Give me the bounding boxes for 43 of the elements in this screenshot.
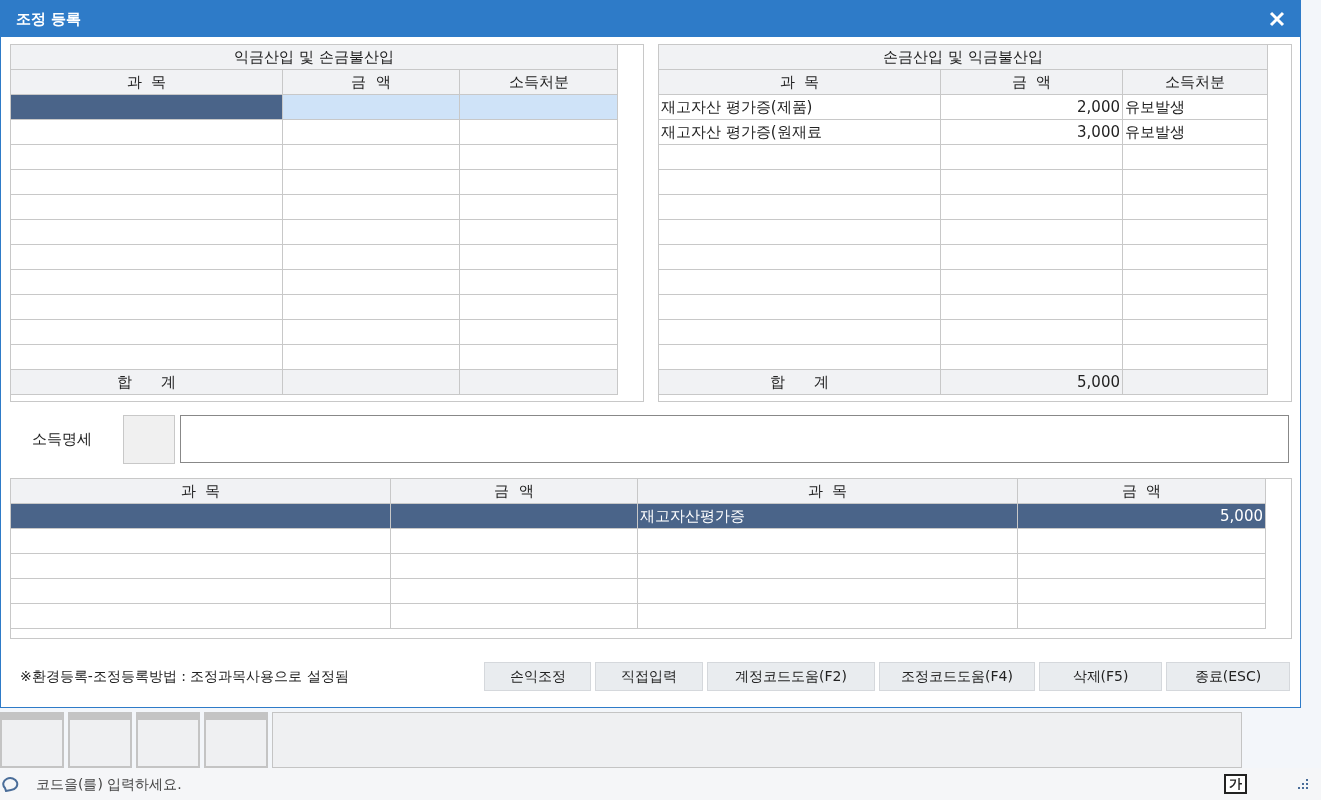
table-cell: 5,000 bbox=[1018, 504, 1266, 529]
action-button[interactable]: 손익조정 bbox=[484, 662, 591, 691]
settings-note: ※환경등록-조정등록방법 : 조정과목사용으로 설정됨 bbox=[20, 667, 350, 686]
table-cell: 2,000 bbox=[941, 95, 1123, 120]
table-cell: 3,000 bbox=[941, 120, 1123, 145]
table-cell: 재고자산 평가증(제품) bbox=[659, 95, 941, 120]
table-cell: 재고자산 평가증(원재료 bbox=[659, 120, 941, 145]
close-icon[interactable] bbox=[1269, 11, 1285, 27]
column-header: 소득처분 bbox=[460, 70, 618, 95]
action-button[interactable]: 직접입력 bbox=[595, 662, 703, 691]
income-detail-field[interactable] bbox=[180, 415, 1289, 463]
table-title: 손금산입 및 익금불산입 bbox=[659, 45, 1268, 70]
total-label: 합 계 bbox=[11, 370, 283, 395]
status-message: 코드을(를) 입력하세요. bbox=[36, 774, 182, 794]
column-header: 과 목 bbox=[11, 70, 283, 95]
table-cell: 재고자산평가증 bbox=[638, 504, 1018, 529]
column-header: 금 액 bbox=[1018, 479, 1266, 504]
ime-mode-indicator[interactable]: 가 bbox=[1224, 774, 1247, 794]
chat-icon[interactable] bbox=[2, 776, 20, 792]
window-title: 조정 등록 bbox=[16, 8, 82, 30]
column-header: 과 목 bbox=[659, 70, 941, 95]
table-title: 익금산입 및 손금불산입 bbox=[11, 45, 618, 70]
resize-grip-icon[interactable] bbox=[1297, 778, 1309, 790]
income-detail-label: 소득명세 bbox=[31, 428, 93, 450]
action-button[interactable]: 종료(ESC) bbox=[1166, 662, 1290, 691]
column-header: 금 액 bbox=[391, 479, 638, 504]
action-button[interactable]: 삭제(F5) bbox=[1039, 662, 1162, 691]
column-header: 과 목 bbox=[638, 479, 1018, 504]
table-cell: 유보발생 bbox=[1123, 95, 1268, 120]
column-header: 금 액 bbox=[283, 70, 460, 95]
code-box[interactable] bbox=[123, 414, 175, 464]
blank-tab[interactable] bbox=[204, 712, 268, 768]
column-header: 과 목 bbox=[11, 479, 391, 504]
action-button[interactable]: 계정코드도움(F2) bbox=[707, 662, 875, 691]
total-amount: 5,000 bbox=[941, 370, 1123, 395]
action-button[interactable]: 조정코드도움(F4) bbox=[879, 662, 1035, 691]
blank-tab[interactable] bbox=[136, 712, 200, 768]
blank-tab[interactable] bbox=[68, 712, 132, 768]
column-header: 소득처분 bbox=[1123, 70, 1268, 95]
blank-tab[interactable] bbox=[0, 712, 64, 768]
total-label: 합 계 bbox=[659, 370, 941, 395]
table-cell: 유보발생 bbox=[1123, 120, 1268, 145]
column-header: 금 액 bbox=[941, 70, 1123, 95]
